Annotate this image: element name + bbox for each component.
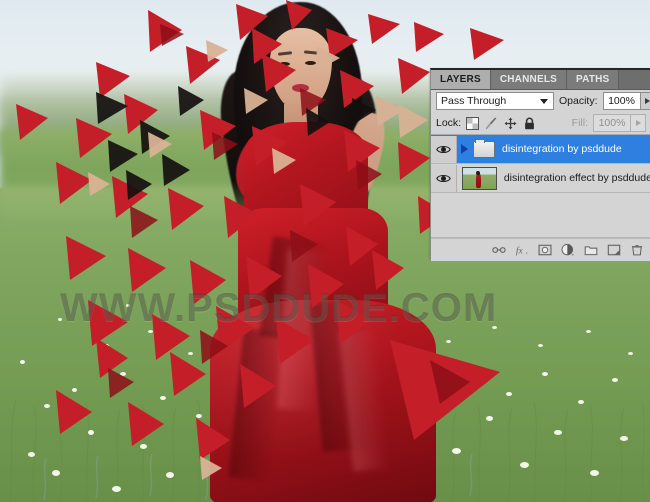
screenshot-stage: WWW.PSDDUDE.COM LAYERS CHANNELS PATHS Pa…	[0, 0, 650, 502]
tab-layers[interactable]: LAYERS	[431, 70, 491, 89]
layers-empty-area	[431, 193, 650, 238]
blend-mode-select[interactable]: Pass Through	[436, 92, 554, 110]
layer-style-fx-icon[interactable]: fx	[515, 243, 529, 257]
new-group-icon[interactable]	[584, 243, 598, 257]
delete-layer-icon[interactable]	[630, 243, 644, 257]
fill-stepper-icon[interactable]	[631, 114, 646, 132]
new-layer-icon[interactable]	[607, 243, 621, 257]
lock-position-icon[interactable]	[504, 117, 517, 130]
chevron-down-icon	[540, 98, 548, 104]
tab-paths[interactable]: PATHS	[567, 70, 620, 89]
layer-row-image[interactable]: disintegration effect by psddude	[431, 164, 650, 193]
blend-opacity-row: Pass Through Opacity: 100%	[431, 90, 650, 112]
add-layer-mask-icon[interactable]	[538, 243, 552, 257]
fill-control[interactable]: 100%	[593, 114, 646, 132]
folder-icon	[473, 138, 495, 158]
eye-icon	[436, 145, 451, 153]
lock-transparent-pixels-icon[interactable]	[466, 116, 480, 130]
layer-name-image[interactable]: disintegration effect by psddude	[504, 172, 650, 184]
layer-visibility-toggle-group[interactable]	[431, 135, 457, 163]
svg-text:fx: fx	[516, 246, 524, 257]
opacity-stepper-icon[interactable]	[640, 92, 650, 110]
layers-panel: LAYERS CHANNELS PATHS Pass Through Opaci…	[430, 68, 650, 261]
lock-label: Lock:	[436, 117, 462, 129]
layer-name-group[interactable]: disintegration by psddude	[502, 143, 622, 155]
layer-row-group[interactable]: disintegration by psddude	[431, 135, 650, 164]
eye-icon	[436, 174, 451, 182]
layers-panel-toolbar: fx	[431, 238, 650, 261]
fill-label: Fill:	[571, 117, 588, 129]
blend-mode-value: Pass Through	[441, 95, 507, 107]
group-expand-triangle-icon[interactable]	[457, 144, 471, 154]
panel-tab-bar: LAYERS CHANNELS PATHS	[431, 70, 650, 90]
tab-channels[interactable]: CHANNELS	[490, 70, 568, 89]
watermark-text: WWW.PSDDUDE.COM	[60, 286, 498, 330]
new-adjustment-layer-icon[interactable]	[561, 243, 575, 257]
opacity-label: Opacity:	[559, 95, 598, 107]
lock-image-pixels-icon[interactable]	[485, 117, 498, 130]
layer-thumbnail[interactable]	[461, 166, 497, 190]
opacity-control[interactable]: 100%	[602, 92, 650, 110]
link-layers-icon[interactable]	[492, 243, 506, 257]
lock-buttons	[466, 116, 536, 130]
layer-visibility-toggle-image[interactable]	[431, 164, 457, 192]
tab-bar-filler	[619, 70, 650, 89]
lock-all-icon[interactable]	[523, 117, 536, 130]
lock-fill-row: Lock: Fill: 100%	[431, 112, 650, 134]
layers-list: disintegration by psddude disintegration…	[431, 134, 650, 238]
fill-value[interactable]: 100%	[593, 114, 631, 132]
opacity-value[interactable]: 100%	[602, 92, 641, 110]
